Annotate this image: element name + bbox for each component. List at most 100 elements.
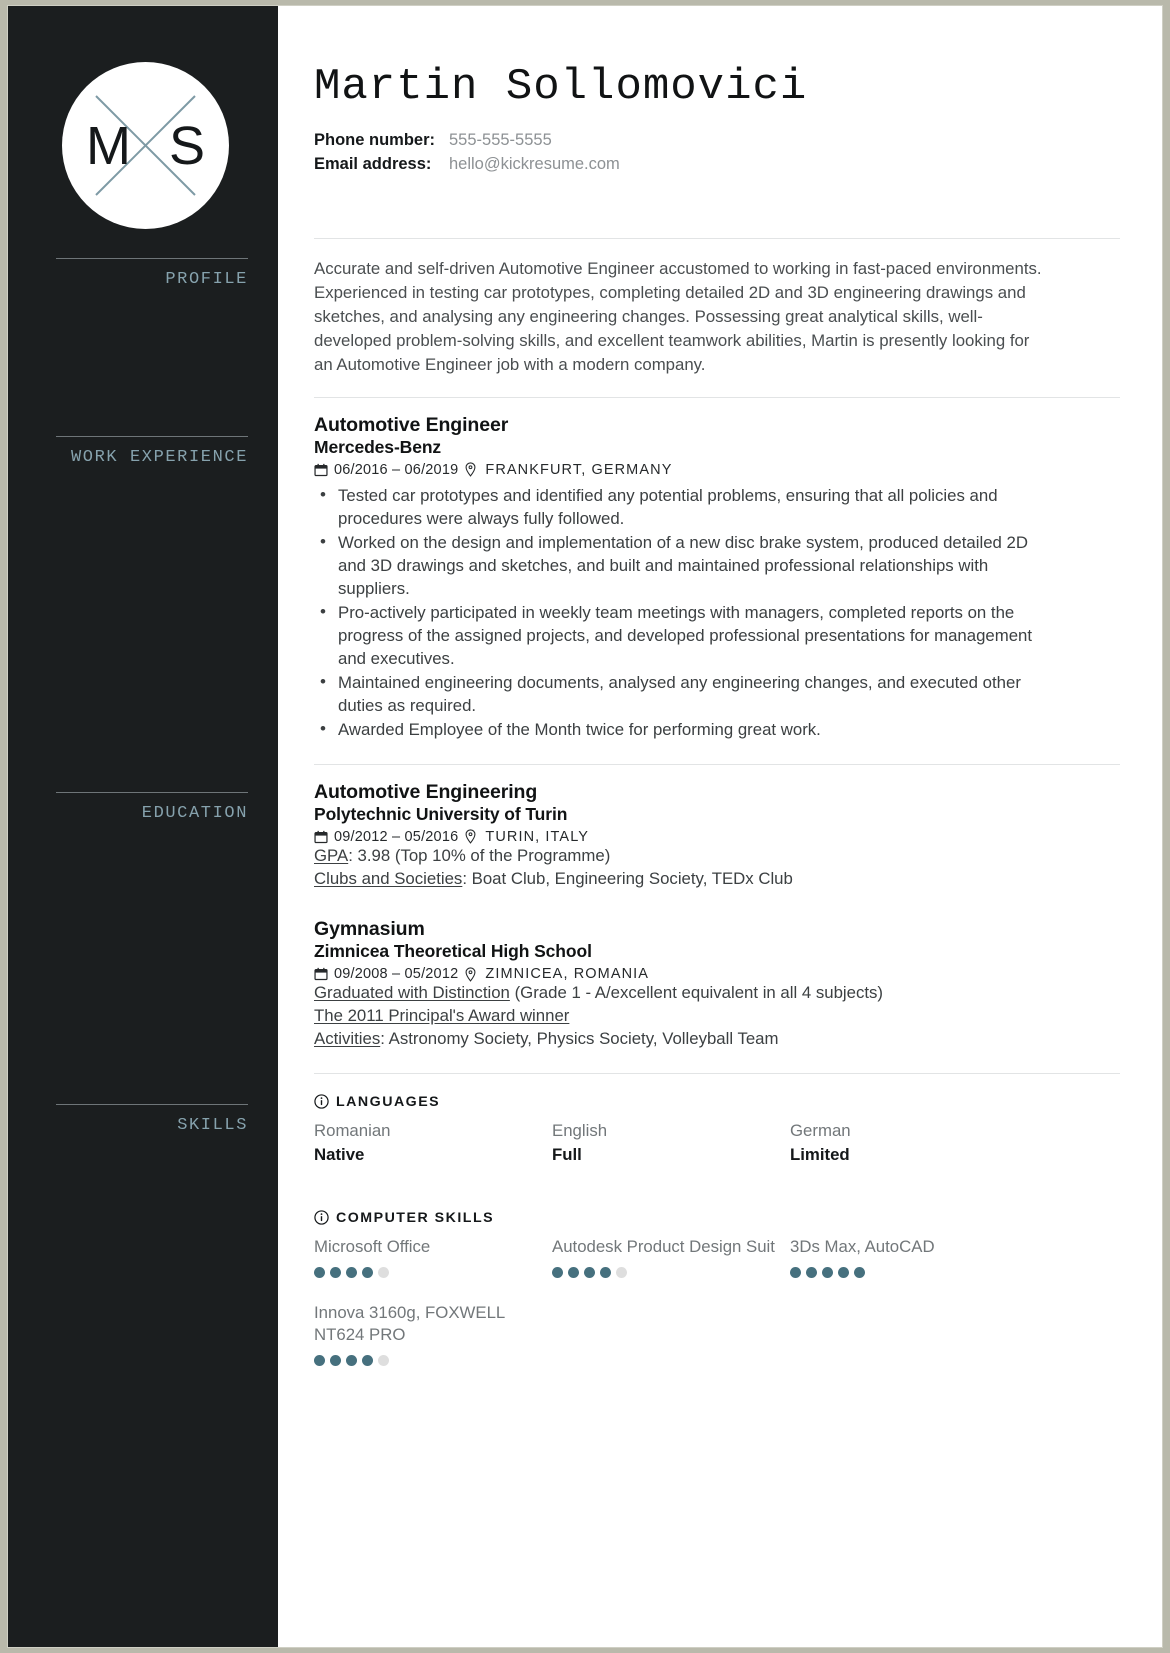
rating-dot-empty (378, 1266, 389, 1278)
sidebar-section-work-experience: WORK EXPERIENCE (56, 436, 248, 468)
computer-skills-heading: COMPUTER SKILLS (314, 1210, 1120, 1226)
resume-sheet: M S PROFILE WORK EXPERIENCE EDUCATION SK… (8, 6, 1162, 1647)
skill-item: Autodesk Product Design Suit (552, 1236, 790, 1284)
work-entry: Automotive Engineer Mercedes-Benz 06/201… (314, 398, 1120, 741)
skill-rating-dots (790, 1266, 1120, 1278)
rating-dot-filled (854, 1266, 865, 1278)
rating-dot-filled (806, 1266, 817, 1278)
work-bullet: Worked on the design and implementation … (320, 530, 1051, 600)
education-detail: Graduated with Distinction (Grade 1 - A/… (314, 982, 1120, 1005)
education-detail: GPA: 3.98 (Top 10% of the Programme) (314, 845, 1120, 868)
rating-dot-filled (346, 1354, 357, 1366)
education-location: ZIMNICEA, ROMANIA (485, 966, 650, 983)
computer-skills-grid-row2: Innova 3160g, FOXWELL NT624 PRO (314, 1302, 1120, 1372)
work-bullet: Maintained engineering documents, analys… (320, 670, 1051, 717)
education-detail-sep: : (380, 1029, 389, 1049)
skill-name: Innova 3160g, FOXWELL NT624 PRO (314, 1302, 505, 1345)
language-name: English (552, 1120, 608, 1140)
main-content: Martin Sollomovici Phone number: 555-555… (278, 6, 1162, 1647)
rating-dot-filled (346, 1266, 357, 1278)
education-detail: Activities: Astronomy Society, Physics S… (314, 1028, 1120, 1051)
section-divider-skills (314, 1072, 1120, 1074)
education-entry: Automotive Engineering Polytechnic Unive… (314, 765, 1120, 891)
skill-name: Autodesk Product Design Suit (552, 1236, 775, 1256)
email-value: hello@kickresume.com (449, 154, 620, 173)
skill-rating-dots (314, 1266, 552, 1278)
languages-heading: LANGUAGES (314, 1094, 1120, 1110)
education-detail-label: Activities (314, 1029, 381, 1049)
calendar-icon (314, 967, 328, 981)
rating-dot-filled (552, 1266, 563, 1278)
skill-item: Microsoft Office (314, 1236, 552, 1284)
work-location: FRANKFURT, GERMANY (485, 461, 673, 478)
computer-skills-heading-text: COMPUTER SKILLS (336, 1209, 495, 1226)
language-level: Full (552, 1144, 582, 1164)
logo-letter-right: S (168, 115, 205, 176)
work-dates: 06/2016 – 06/2019 (334, 461, 459, 478)
education-location: TURIN, ITALY (485, 828, 590, 845)
email-label: Email address: (314, 154, 432, 173)
location-pin-icon (464, 829, 477, 844)
rating-dot-filled (362, 1354, 373, 1366)
sidebar-label-profile: PROFILE (165, 270, 248, 289)
language-item: German Limited (790, 1120, 1120, 1166)
work-job-title: Automotive Engineer (314, 413, 509, 436)
language-name: German (790, 1120, 851, 1140)
sidebar-divider (56, 792, 248, 793)
education-degree: Automotive Engineering (314, 780, 538, 803)
work-bullet: Pro-actively participated in weekly team… (320, 600, 1051, 670)
education-detail-label: Graduated with Distinction (314, 983, 510, 1003)
work-bullet-list: Tested car prototypes and identified any… (314, 483, 1120, 741)
education-school: Polytechnic University of Turin (314, 803, 568, 824)
skill-item: 3Ds Max, AutoCAD (790, 1236, 1120, 1284)
education-detail-value: Boat Club, Engineering Society, TEDx Clu… (471, 868, 793, 888)
info-circle-icon (314, 1210, 329, 1225)
page-background: M S PROFILE WORK EXPERIENCE EDUCATION SK… (0, 0, 1170, 1653)
language-level: Native (314, 1144, 365, 1164)
sidebar-label-skills: SKILLS (177, 1116, 248, 1135)
work-bullet: Tested car prototypes and identified any… (320, 483, 1051, 530)
education-detail-sep: : (462, 868, 472, 888)
education-school: Zimnicea Theoretical High School (314, 941, 592, 962)
rating-dot-filled (838, 1266, 849, 1278)
rating-dot-filled (314, 1354, 325, 1366)
calendar-icon (314, 463, 328, 477)
sidebar-divider (56, 1104, 248, 1105)
education-detail: The 2011 Principal's Award winner (314, 1005, 1120, 1028)
rating-dot-filled (600, 1266, 611, 1278)
education-meta: 09/2012 – 05/2016 TURIN, ITALY (314, 829, 1120, 845)
work-meta: 06/2016 – 06/2019 FRANKFURT, GERMANY (314, 462, 1120, 478)
contact-block: Phone number: 555-555-5555 Email address… (314, 129, 1120, 177)
computer-skills-grid: Microsoft Office Autodesk Product Design… (314, 1236, 1120, 1284)
language-item: English Full (552, 1120, 790, 1166)
education-detail-value: Astronomy Society, Physics Society, Voll… (388, 1029, 779, 1049)
education-detail-value: 3.98 (Top 10% of the Programme) (357, 845, 611, 865)
sidebar-section-education: EDUCATION (56, 792, 248, 824)
skill-name: Microsoft Office (314, 1236, 431, 1256)
monogram-logo: M S (62, 62, 229, 229)
sidebar: M S PROFILE WORK EXPERIENCE EDUCATION SK… (8, 6, 278, 1647)
rating-dot-filled (330, 1354, 341, 1366)
rating-dot-empty (378, 1354, 389, 1366)
education-degree: Gymnasium (314, 918, 425, 941)
skill-item: Innova 3160g, FOXWELL NT624 PRO (314, 1302, 552, 1372)
education-entry: Gymnasium Zimnicea Theoretical High Scho… (314, 902, 1120, 1051)
profile-summary: Accurate and self-driven Automotive Engi… (314, 259, 1042, 374)
skill-name: 3Ds Max, AutoCAD (790, 1236, 935, 1256)
phone-value: 555-555-5555 (449, 130, 552, 149)
education-detail-label: GPA (314, 845, 349, 865)
calendar-icon (314, 830, 328, 844)
education-detail-label: The 2011 Principal's Award winner (314, 1006, 570, 1026)
rating-dot-filled (330, 1266, 341, 1278)
education-detail-sep: : (348, 845, 358, 865)
rating-dot-filled (790, 1266, 801, 1278)
sidebar-section-profile: PROFILE (56, 258, 248, 290)
logo-letter-left: M (86, 115, 131, 176)
rating-dot-filled (568, 1266, 579, 1278)
sidebar-label-education: EDUCATION (141, 804, 248, 823)
language-level: Limited (790, 1144, 850, 1164)
candidate-name: Martin Sollomovici (314, 62, 808, 112)
contact-row-phone: Phone number: 555-555-5555 (314, 129, 1120, 153)
languages-heading-text: LANGUAGES (336, 1093, 441, 1110)
education-dates: 09/2008 – 05/2012 (334, 966, 459, 983)
